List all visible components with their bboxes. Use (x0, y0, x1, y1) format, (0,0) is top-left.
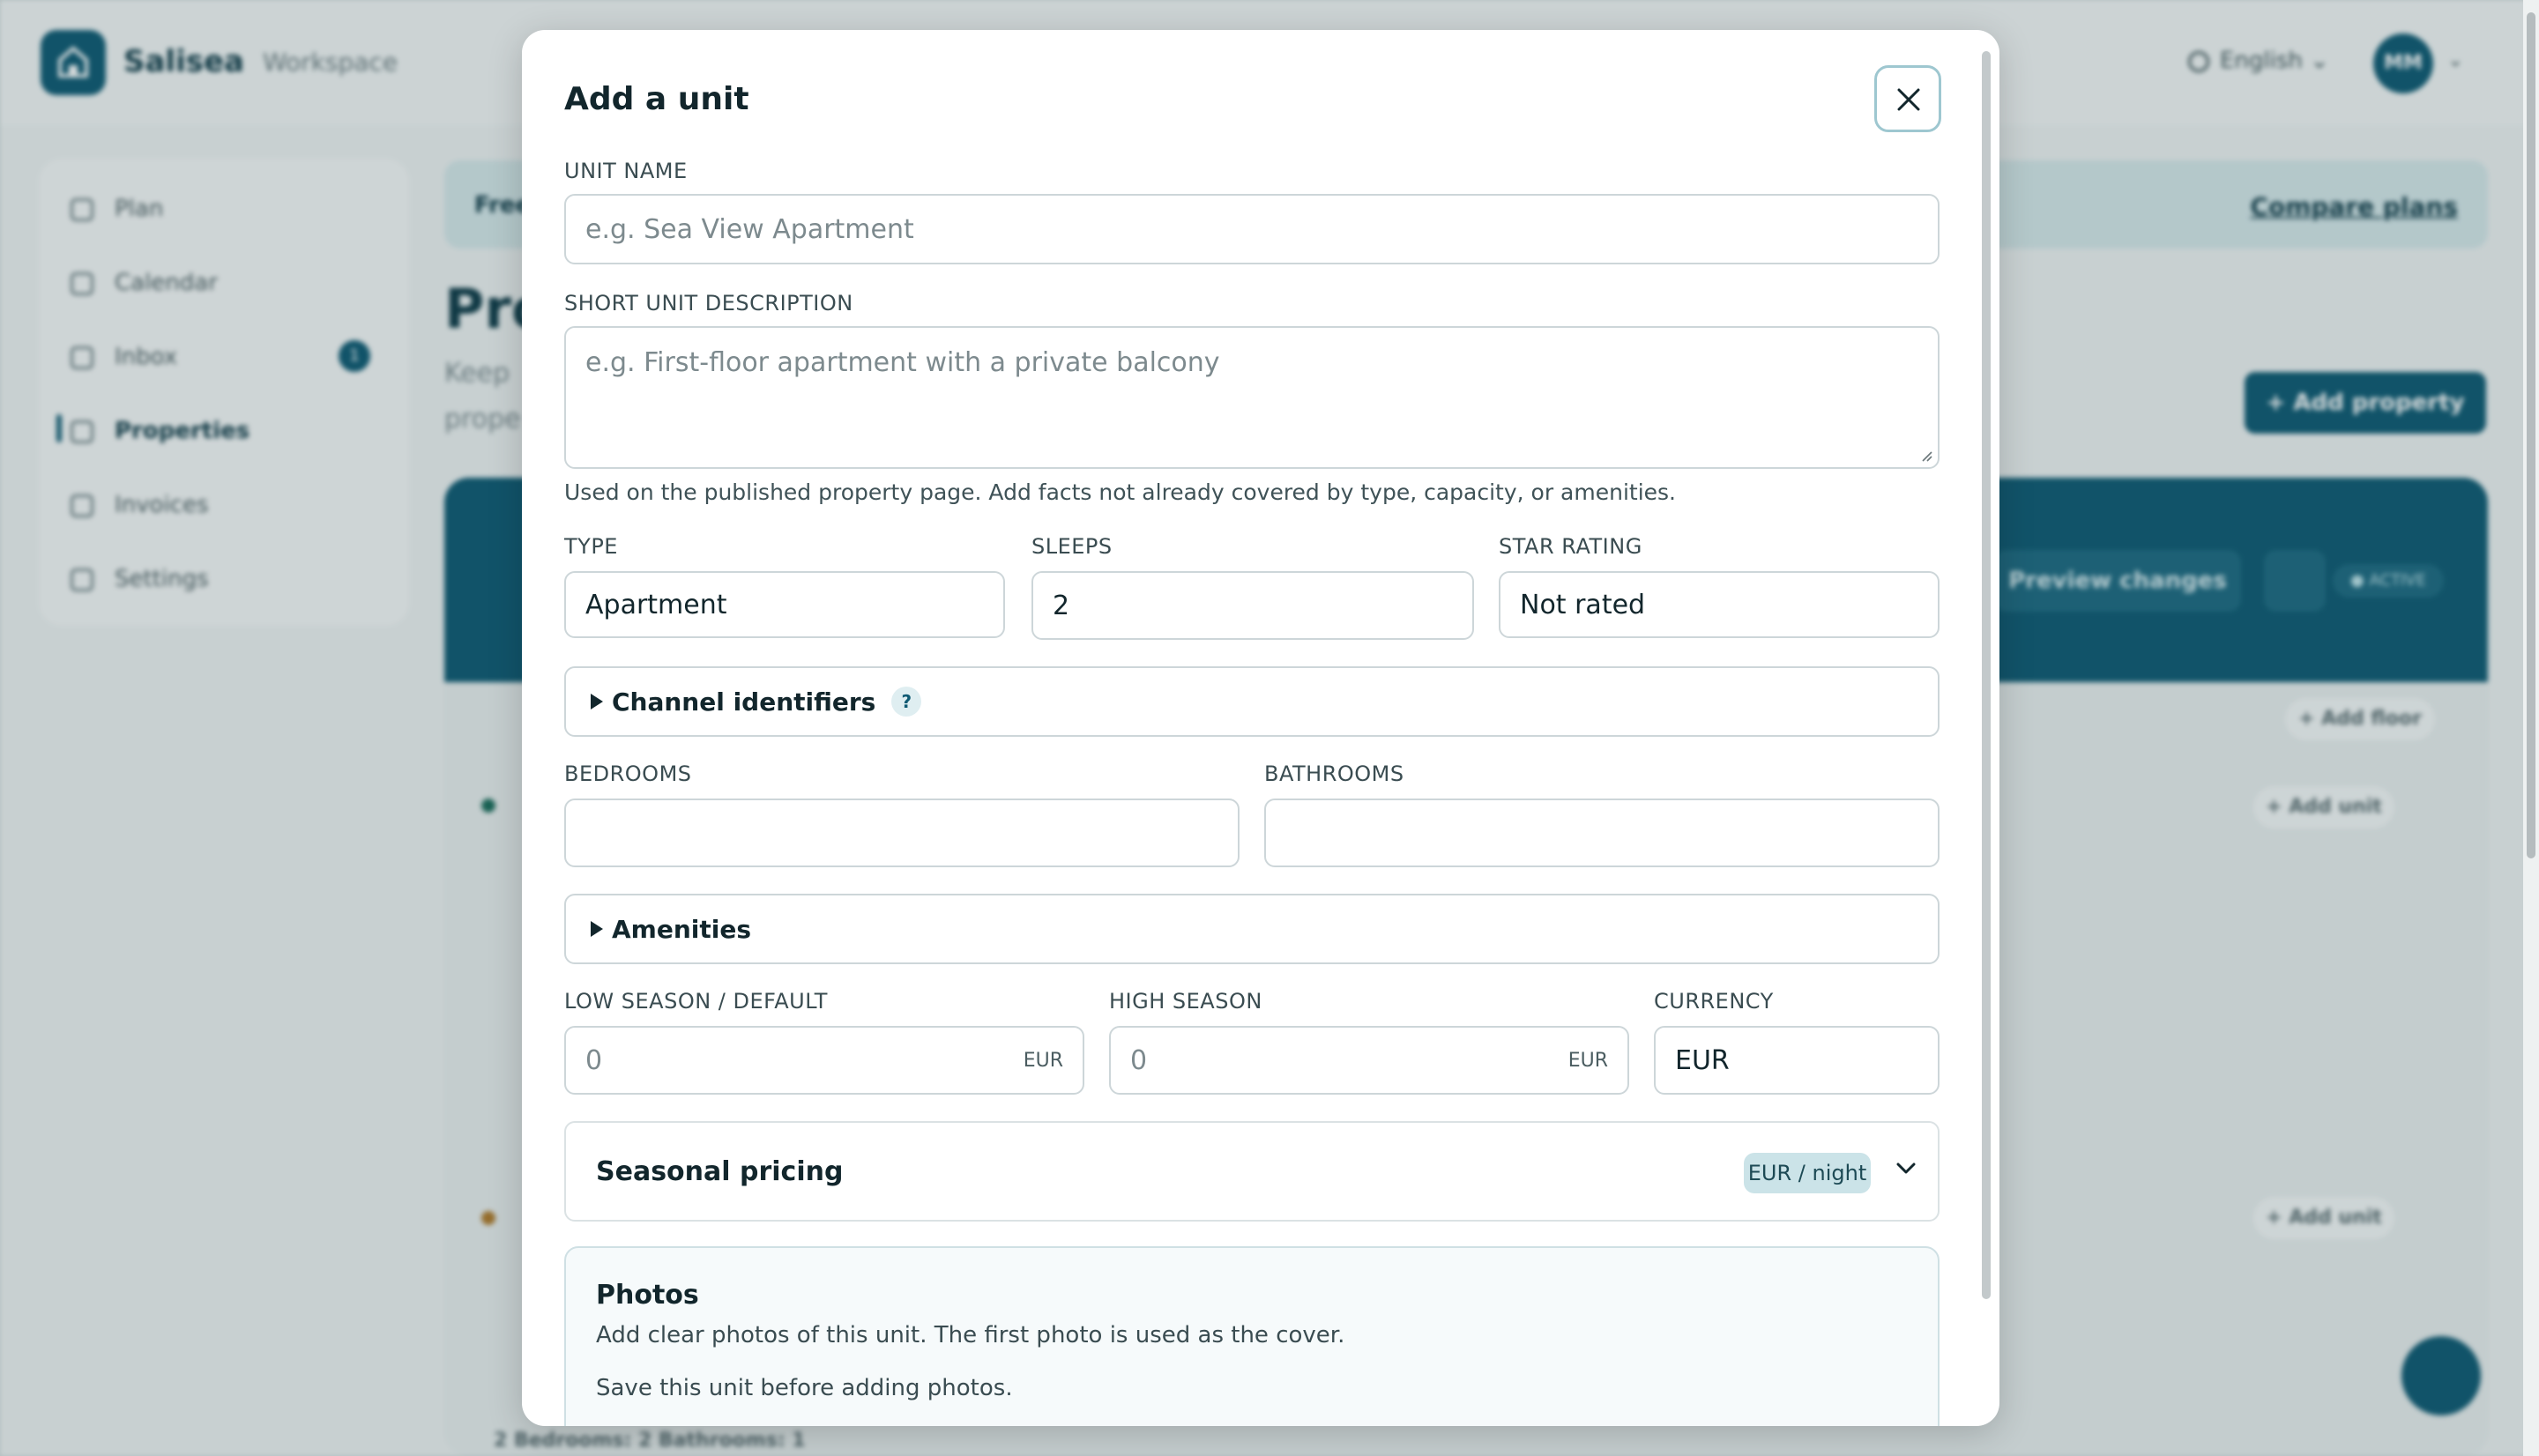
close-icon (1897, 88, 1920, 111)
dialog-scrollbar[interactable] (1982, 51, 1991, 1299)
channel-identifiers-label: Channel identifiers (612, 687, 876, 717)
chevron-down-icon[interactable] (1895, 1162, 1917, 1176)
low-season-price-input[interactable]: 0 EUR (564, 1026, 1084, 1095)
currency-select[interactable]: EUR (1654, 1026, 1940, 1095)
price-unit-badge: EUR / night (1744, 1153, 1871, 1193)
description-hint: Used on the published property page. Add… (564, 479, 1676, 505)
type-select[interactable]: Apartment (564, 571, 1005, 638)
seasonal-pricing-title: Seasonal pricing (596, 1156, 844, 1187)
close-button[interactable] (1874, 65, 1941, 132)
dialog-title: Add a unit (564, 81, 749, 117)
type-label: TYPE (564, 534, 618, 559)
currency-suffix: EUR (1567, 1049, 1608, 1072)
high-season-value: 0 (1130, 1044, 1148, 1076)
low-season-value: 0 (585, 1044, 603, 1076)
page-scrollbar-thumb[interactable] (2527, 12, 2535, 858)
disclosure-triangle-icon (591, 921, 603, 937)
photos-title: Photos (596, 1280, 699, 1311)
short-description-textarea[interactable]: e.g. First-floor apartment with a privat… (564, 326, 1940, 469)
short-description-label: SHORT UNIT DESCRIPTION (564, 291, 853, 316)
currency-label: CURRENCY (1654, 989, 1774, 1014)
bedrooms-label: BEDROOMS (564, 761, 692, 786)
unit-name-label: UNIT NAME (564, 159, 688, 183)
channel-identifiers-toggle[interactable]: Channel identifiers ? (564, 666, 1940, 737)
bathrooms-input[interactable] (1264, 799, 1940, 867)
amenities-toggle[interactable]: Amenities (564, 894, 1940, 964)
short-description-placeholder: e.g. First-floor apartment with a privat… (585, 347, 1220, 378)
amenities-label: Amenities (612, 914, 752, 944)
resize-handle-icon[interactable] (1920, 449, 1932, 462)
photos-note: Save this unit before adding photos. (596, 1375, 1013, 1401)
bathrooms-label: BATHROOMS (1264, 761, 1404, 786)
high-season-price-input[interactable]: 0 EUR (1109, 1026, 1629, 1095)
sleeps-label: SLEEPS (1031, 534, 1113, 559)
star-rating-select[interactable]: Not rated (1499, 571, 1940, 638)
disclosure-triangle-icon (591, 694, 603, 709)
seasonal-pricing-section[interactable]: Seasonal pricing EUR / night (564, 1121, 1940, 1222)
high-season-label: HIGH SEASON (1109, 989, 1262, 1014)
help-icon[interactable]: ? (891, 687, 922, 717)
star-rating-label: STAR RATING (1499, 534, 1642, 559)
photos-section: Photos Add clear photos of this unit. Th… (564, 1246, 1940, 1426)
low-season-label: LOW SEASON / DEFAULT (564, 989, 828, 1014)
add-unit-dialog: Add a unit UNIT NAME e.g. Sea View Apart… (522, 30, 1999, 1426)
currency-suffix: EUR (1023, 1049, 1063, 1072)
photos-description: Add clear photos of this unit. The first… (596, 1322, 1345, 1348)
bedrooms-input[interactable] (564, 799, 1240, 867)
sleeps-input[interactable]: 2 (1031, 571, 1474, 640)
unit-name-input[interactable]: e.g. Sea View Apartment (564, 194, 1940, 264)
